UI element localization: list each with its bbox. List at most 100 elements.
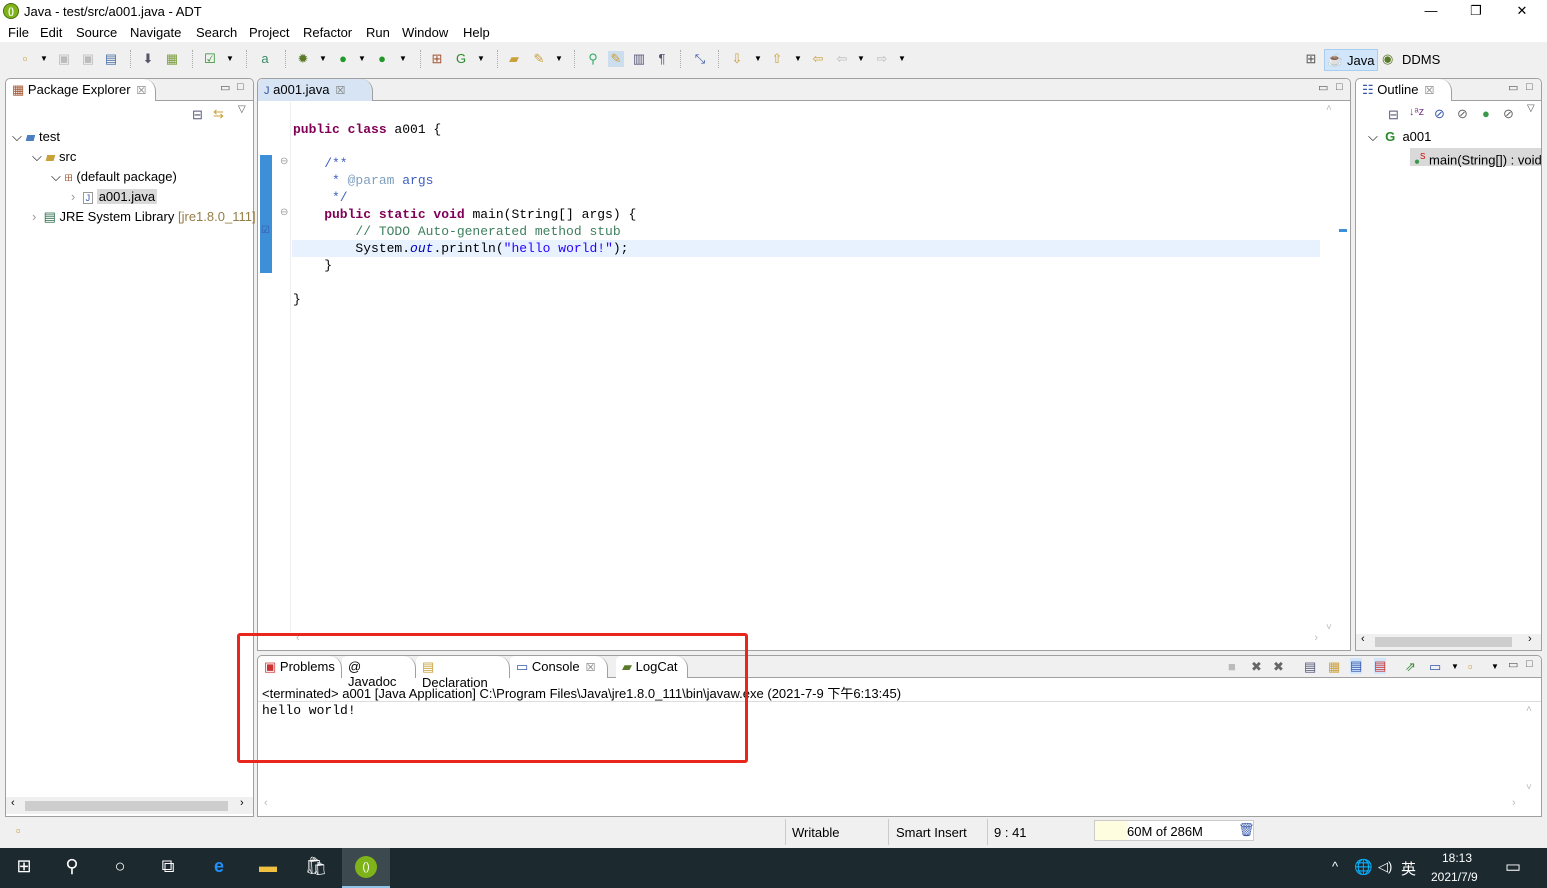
menu-project[interactable]: Project [249,25,289,40]
scroll-left-icon[interactable]: ‹ [11,797,15,809]
lint-check-icon[interactable]: ☑ [202,51,218,67]
code-line[interactable]: public class a001 { [293,121,441,138]
task-view-icon[interactable]: ⧉ [154,856,182,877]
new-icon[interactable]: ▫ [17,51,33,67]
maximize-icon[interactable]: □ [1336,81,1343,93]
scroll-down-icon[interactable]: ˅ [1526,782,1532,793]
close-button[interactable]: ✕ [1499,0,1545,22]
forward-dropdown-icon[interactable]: ▼ [898,51,906,67]
minimize-button[interactable]: — [1408,0,1454,22]
debug-icon[interactable]: ✹ [295,51,311,67]
hide-fields-icon[interactable]: ⊘ [1434,106,1445,122]
clear-console-icon[interactable]: ▤ [1304,659,1316,675]
tree-item-src[interactable]: ⌵ ▰ src [32,148,76,166]
code-line[interactable]: /** [293,155,347,172]
run-icon[interactable]: ● [335,51,351,67]
scroll-down-icon[interactable]: ˅ [1326,622,1332,633]
chevron-down-icon[interactable]: ⌵ [1368,129,1378,144]
scrollbar-thumb[interactable] [25,801,228,811]
scroll-lock-icon[interactable]: ▦ [1328,659,1340,675]
ddms-perspective-button[interactable]: ◉ DDMS [1382,49,1444,71]
link-with-editor-icon[interactable]: ⇆ [213,106,224,122]
forward-icon[interactable]: ⇨ [874,51,890,67]
chevron-right-icon[interactable]: › [32,209,36,224]
fast-view-icon[interactable]: ▫ [16,823,21,838]
menu-edit[interactable]: Edit [40,25,62,40]
search-icon[interactable]: ✎ [531,51,547,67]
minimize-icon[interactable]: ▭ [1508,81,1518,94]
scroll-right-icon[interactable]: › [1314,632,1318,644]
menu-run[interactable]: Run [366,25,390,40]
ime-indicator[interactable]: 英 [1401,858,1416,879]
outline-item-method[interactable]: ●S main(String[]) : void [1410,148,1541,167]
back-dropdown-icon[interactable]: ▼ [857,51,865,67]
minimize-icon[interactable]: ▭ [1508,658,1518,671]
show-hidden-icons-chevron-icon[interactable]: ^ [1332,859,1338,874]
code-line[interactable]: } [293,257,332,274]
open-perspective-icon[interactable]: ⊞ [1303,51,1319,67]
chevron-right-icon[interactable]: › [71,189,75,204]
minimize-icon[interactable]: ▭ [220,81,230,94]
code-line[interactable]: // TODO Auto-generated method stub [293,223,620,240]
scroll-left-icon[interactable]: ‹ [1361,633,1365,645]
new-class-icon[interactable]: G [453,51,469,67]
new-package-icon[interactable]: ⊞ [429,51,445,67]
collapse-all-icon[interactable]: ⊟ [192,107,203,123]
taskbar-adt-app[interactable]: () [342,848,390,888]
menu-file[interactable]: File [8,25,29,40]
scroll-right-icon[interactable]: › [1528,633,1532,645]
scroll-left-icon[interactable]: ‹ [264,797,268,809]
code-line[interactable]: */ [293,189,348,206]
prev-annotation-icon[interactable]: ⇧ [769,51,785,67]
tree-item-test[interactable]: ⌵ ▰ test [12,128,60,146]
tree-item-default-package[interactable]: ⌵ ⊞ (default package) [51,168,177,186]
back-icon[interactable]: ⇦ [834,51,850,67]
menu-window[interactable]: Window [402,25,448,40]
code-line[interactable]: * @param args [293,172,433,189]
tab-outline[interactable]: ☷ Outline ☒ [1356,79,1452,101]
open-console-icon[interactable]: ▫ [1468,659,1473,674]
next-annotation-icon[interactable]: ⇩ [729,51,745,67]
toggle-breadcrumb-icon[interactable]: ⚲ [585,51,601,67]
volume-icon[interactable]: ◁) [1378,859,1392,875]
code-line[interactable]: public static void main(String[] args) { [293,206,636,223]
remove-launch-icon[interactable]: ✖ [1251,659,1262,675]
show-on-stdout-icon[interactable]: ▤ [1350,658,1363,674]
new-class-dropdown-icon[interactable]: ▼ [477,51,485,67]
search-icon[interactable]: ⚲ [58,856,86,877]
chevron-down-icon[interactable]: ⌵ [51,169,61,184]
menu-source[interactable]: Source [76,25,117,40]
last-edit-icon[interactable]: ⇦ [810,51,826,67]
hide-non-public-icon[interactable]: ● [1482,106,1490,121]
fold-collapse-icon[interactable]: ⊖ [280,207,288,218]
avd-manager-icon[interactable]: ▦ [164,51,180,67]
scroll-up-icon[interactable]: ˄ [1526,704,1532,715]
run-dropdown-icon[interactable]: ▼ [358,51,366,67]
scroll-right-icon[interactable]: › [240,797,244,809]
scroll-up-icon[interactable]: ˄ [1326,103,1332,114]
collapse-all-icon[interactable]: ⊟ [1388,107,1399,123]
notification-center-icon[interactable]: ▭ [1505,857,1521,877]
close-icon[interactable]: ☒ [137,85,147,97]
close-icon[interactable]: ☒ [1424,85,1434,97]
network-icon[interactable]: 🌐 [1354,858,1373,876]
prev-annotation-dropdown-icon[interactable]: ▼ [794,51,802,67]
save-icon[interactable]: ▣ [56,51,72,67]
mark-occurrences-icon[interactable]: ✎ [608,51,624,67]
code-line[interactable]: System.out.println("hello world!"); [293,240,628,257]
view-menu-icon[interactable]: ▽ [238,104,246,115]
external-tools-icon[interactable]: ● [374,51,390,67]
view-menu-icon[interactable]: ▽ [1527,103,1535,114]
pin-icon[interactable]: ⤡ [692,51,708,67]
clock-time[interactable]: 18:13 [1442,851,1472,865]
hide-local-types-icon[interactable]: ⊘ [1503,106,1514,122]
external-tools-dropdown-icon[interactable]: ▼ [399,51,407,67]
tree-item-jre-library[interactable]: › ▤ JRE System Library [jre1.8.0_111] [32,208,256,226]
cortana-icon[interactable]: ○ [106,856,134,877]
scrollbar-thumb[interactable] [1375,637,1512,647]
display-console-dropdown-icon[interactable]: ▼ [1451,659,1459,675]
menu-search[interactable]: Search [196,25,237,40]
hide-static-icon[interactable]: ⊘ [1457,106,1468,122]
print-icon[interactable]: ▤ [103,51,119,67]
chevron-down-icon[interactable]: ⌵ [32,149,42,164]
